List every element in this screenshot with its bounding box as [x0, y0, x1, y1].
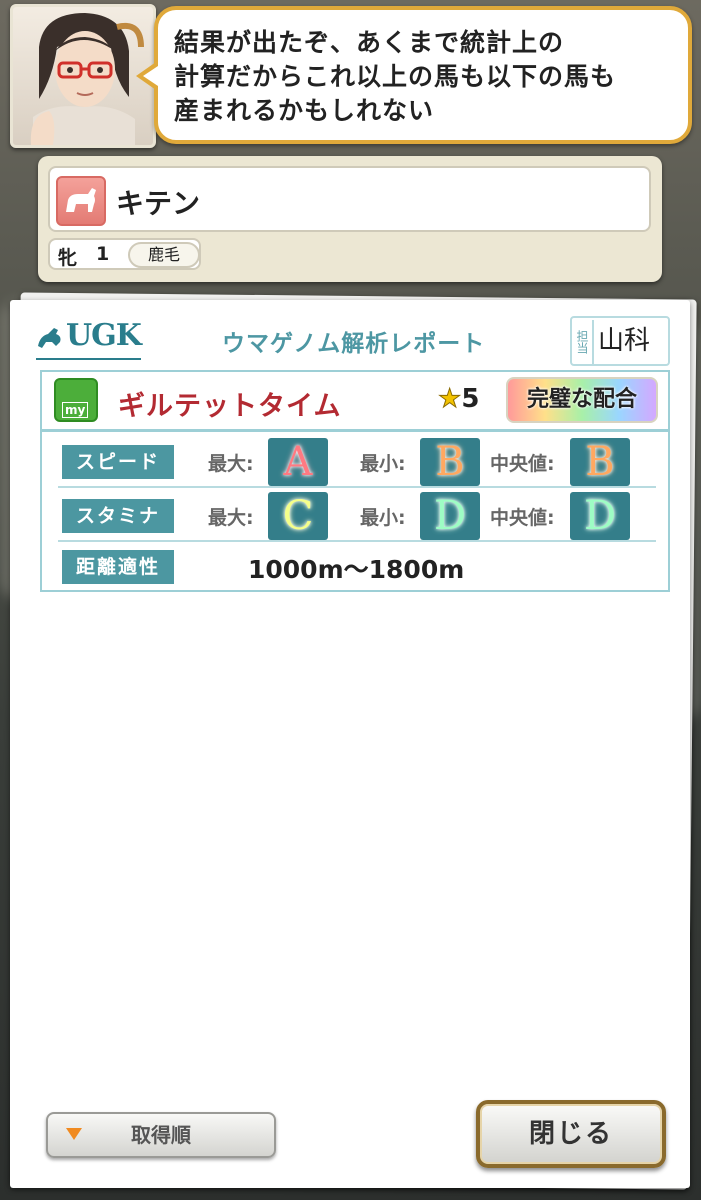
close-button-label: 閉じる — [528, 1119, 613, 1149]
close-button[interactable]: 閉じる — [476, 1100, 666, 1168]
dialogue-text: 結果が出たぞ、あくまで統計上の 計算だからこれ以上の馬も以下の馬も 産まれるかも… — [174, 28, 617, 125]
distance-value: 1000m〜1800m — [248, 555, 465, 584]
ugk-horse-icon — [38, 328, 61, 348]
horse-sex: 牝 — [58, 247, 78, 269]
stamina-min-grade: D — [420, 492, 480, 540]
horse-coat: 鹿毛 — [128, 242, 200, 268]
rating-badge: 完璧な配合 — [506, 377, 658, 423]
stamp-box: 担当 山科 — [570, 316, 670, 366]
speed-label: スピード — [62, 445, 174, 479]
distance-label: 距離適性 — [62, 550, 174, 584]
stamp-signature: 山科 — [598, 326, 651, 356]
star-rating: ★5 — [437, 384, 480, 415]
stamina-row: スタミナ 最大: C 最小: D 中央値: D — [58, 490, 656, 542]
report-card: my ギルテットタイム ★5 完璧な配合 スピード 最大: A 最小: B 中央… — [40, 370, 670, 592]
stamp-label: 担当 — [574, 320, 594, 364]
stamina-median-grade: D — [570, 492, 630, 540]
sort-order-button[interactable]: 取得順 — [46, 1112, 276, 1158]
sort-order-label: 取得順 — [131, 1123, 191, 1147]
speech-bubble: 結果が出たぞ、あくまで統計上の 計算だからこれ以上の馬も以下の馬も 産まれるかも… — [136, 6, 692, 144]
speaker-portrait — [10, 4, 156, 148]
genome-report-paper: UGK ウマゲノム解析レポート 担当 山科 my ギルテットタイム ★5 完璧な… — [10, 300, 690, 1188]
horse-icon — [56, 176, 106, 226]
factor-name: ギルテットタイム — [118, 391, 342, 422]
speed-row: スピード 最大: A 最小: B 中央値: B — [58, 436, 656, 488]
ugk-logo: UGK — [36, 318, 142, 360]
star-count: 5 — [461, 384, 480, 414]
stamina-label: スタミナ — [62, 499, 174, 533]
character-face-icon — [30, 13, 144, 145]
horse-name-box: キテン — [48, 166, 651, 232]
max-label: 最大: — [208, 507, 254, 529]
factor-row: my ギルテットタイム ★5 完璧な配合 — [42, 372, 668, 432]
my-factor-icon: my — [54, 378, 98, 422]
speed-median-grade: B — [570, 438, 630, 486]
speed-max-grade: A — [268, 438, 328, 486]
horse-name: キテン — [116, 187, 201, 220]
report-title: ウマゲノム解析レポート — [222, 331, 486, 357]
stamina-max-grade: C — [268, 492, 328, 540]
horse-meta: 牝 1 鹿毛 — [48, 238, 201, 270]
min-label: 最小: — [360, 507, 406, 529]
median-label: 中央値: — [490, 453, 555, 475]
horse-age: 1 — [96, 243, 110, 265]
star-icon: ★ — [437, 384, 462, 415]
speed-min-grade: B — [420, 438, 480, 486]
ugk-logo-text: UGK — [66, 318, 142, 353]
min-label: 最小: — [360, 453, 406, 475]
median-label: 中央値: — [490, 507, 555, 529]
horse-info-panel: キテン 牝 1 鹿毛 — [38, 156, 662, 282]
distance-row: 距離適性 1000m〜1800m — [58, 544, 656, 590]
max-label: 最大: — [208, 453, 254, 475]
